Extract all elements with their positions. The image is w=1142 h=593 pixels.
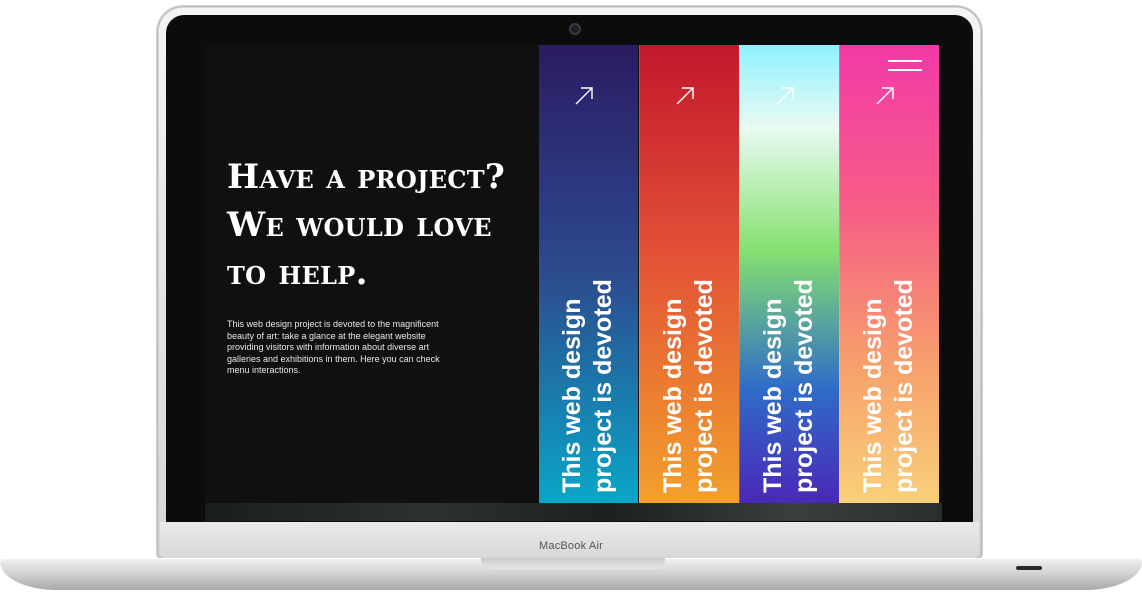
device-brand-label: MacBook Air (539, 540, 603, 552)
panel-label-line2: project is devoted (890, 279, 918, 493)
lid-notch (481, 558, 665, 569)
headline-line: Have a project? (227, 157, 506, 197)
panel-label-line1: This web design (759, 298, 787, 493)
arrow-up-right-icon[interactable] (674, 85, 696, 107)
panel-label-line2: project is devoted (589, 279, 617, 493)
arrow-up-right-icon[interactable] (874, 85, 896, 107)
hero-headline: Have a project? We would love to help. (227, 153, 547, 297)
arrow-up-right-icon[interactable] (774, 85, 796, 107)
panel-label: This web design project is devoted (858, 273, 928, 493)
panel-label-line2: project is devoted (690, 279, 718, 493)
panel-label-line2: project is devoted (790, 279, 818, 493)
menu-bar (888, 69, 922, 71)
project-panel-4[interactable]: This web design project is devoted (839, 45, 939, 503)
camera-icon (571, 25, 579, 33)
hamburger-menu-icon[interactable] (888, 58, 922, 74)
side-port (1016, 566, 1042, 570)
project-panel-3[interactable]: This web design project is devoted (739, 45, 839, 503)
hero-description: This web design project is devoted to th… (227, 319, 440, 375)
background-photo-strip (205, 503, 942, 521)
panel-label: This web design project is devoted (557, 273, 627, 493)
headline-line: to help. (227, 253, 368, 293)
panel-label-line1: This web design (558, 298, 586, 493)
panel-label: This web design project is devoted (658, 273, 728, 493)
hero-section: Have a project? We would love to help. T… (227, 153, 547, 377)
project-panel-2[interactable]: This web design project is devoted (639, 45, 739, 503)
website-screen: Have a project? We would love to help. T… (205, 45, 942, 521)
panel-label-line1: This web design (659, 298, 687, 493)
project-panel-1[interactable]: This web design project is devoted (539, 45, 638, 503)
panel-label: This web design project is devoted (758, 273, 828, 493)
arrow-up-right-icon[interactable] (573, 85, 595, 107)
headline-line: We would love (227, 205, 492, 245)
panel-label-line1: This web design (859, 298, 887, 493)
menu-bar (888, 60, 922, 62)
